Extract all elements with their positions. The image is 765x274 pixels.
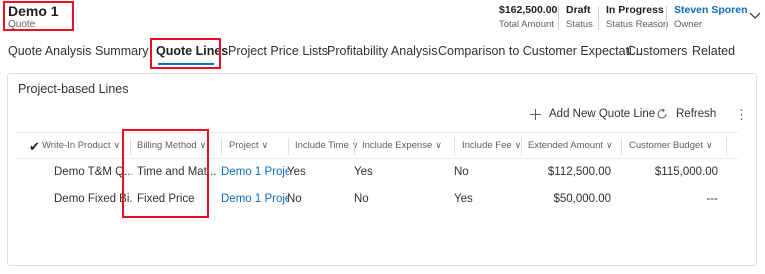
record-entity-type: Quote bbox=[8, 19, 36, 30]
status-value: Draft bbox=[566, 4, 591, 16]
highlight-box-billing-method bbox=[122, 129, 209, 218]
owner-link[interactable]: Steven Sporen bbox=[674, 4, 748, 16]
chevron-down-icon: ∨ bbox=[113, 140, 121, 150]
column-divider[interactable] bbox=[454, 138, 455, 155]
chevron-down-icon: ∨ bbox=[435, 140, 442, 150]
highlight-box-tab bbox=[150, 38, 221, 69]
header-field-total-amount: $162,500.00 Total Amount bbox=[499, 4, 557, 30]
cell-extended-amount: $50,000.00 bbox=[553, 193, 611, 205]
refresh-label: Refresh bbox=[676, 108, 717, 120]
column-divider[interactable] bbox=[621, 138, 622, 155]
plus-icon bbox=[530, 108, 541, 120]
column-header-label: Extended Amount bbox=[528, 140, 603, 151]
column-header-label: Customer Budget bbox=[629, 140, 703, 151]
tab-project-price-lists[interactable]: Project Price Lists bbox=[228, 44, 328, 58]
tab-list: Quote Analysis Summary Quote Lines Proje… bbox=[0, 40, 765, 70]
status-reason-value: In Progress bbox=[606, 4, 664, 16]
cell-include-time: Yes bbox=[287, 166, 306, 178]
column-header-include-expense[interactable]: Include Expense ∨ bbox=[362, 140, 442, 151]
column-header-include-time[interactable]: Include Time ∨ bbox=[295, 140, 358, 151]
cell-include-fee: No bbox=[454, 166, 469, 178]
column-divider[interactable] bbox=[288, 138, 289, 155]
column-divider[interactable] bbox=[521, 138, 522, 155]
cell-project-link[interactable]: Demo 1 Projec bbox=[221, 193, 289, 205]
cell-customer-budget: $115,000.00 bbox=[654, 166, 718, 178]
cell-include-expense: Yes bbox=[354, 166, 373, 178]
add-new-quote-line-button[interactable]: Add New Quote Line bbox=[530, 108, 655, 120]
column-header-label: Include Time bbox=[295, 140, 349, 151]
select-all-checkbox[interactable]: ✔ bbox=[29, 139, 40, 155]
tab-quote-analysis[interactable]: Quote Analysis bbox=[8, 44, 91, 58]
cell-write-in-product: Demo T&M Q... bbox=[54, 166, 132, 178]
owner-label: Owner bbox=[674, 19, 702, 30]
chevron-down-icon[interactable] bbox=[748, 8, 762, 22]
chevron-down-icon: ∨ bbox=[261, 140, 269, 150]
chevron-down-icon: ∨ bbox=[606, 140, 613, 150]
record-title: Demo 1 bbox=[8, 3, 59, 19]
header-field-owner[interactable]: Steven Sporen Owner bbox=[674, 4, 748, 30]
column-header-write-in-product[interactable]: Write-In Product ∨ bbox=[42, 140, 120, 151]
cell-write-in-product: Demo Fixed Bi... bbox=[54, 193, 132, 205]
section-title: Project-based Lines bbox=[18, 82, 129, 96]
column-divider[interactable] bbox=[354, 138, 355, 155]
cell-include-expense: No bbox=[354, 193, 369, 205]
column-header-label: Include Expense bbox=[362, 140, 433, 151]
tab-customers[interactable]: Customers bbox=[627, 44, 687, 58]
cell-customer-budget: --- bbox=[706, 193, 719, 205]
project-based-lines-section: Project-based Lines Add New Quote Line R… bbox=[7, 73, 757, 266]
column-header-label: Project bbox=[229, 140, 259, 151]
header-divider bbox=[666, 6, 667, 30]
header-field-status-reason: In Progress Status Reason bbox=[606, 4, 668, 30]
more-commands-icon[interactable]: ⋮ bbox=[735, 107, 748, 123]
header-divider bbox=[598, 6, 599, 30]
status-reason-label: Status Reason bbox=[606, 19, 669, 30]
tab-summary[interactable]: Summary bbox=[95, 44, 148, 58]
add-new-quote-line-label: Add New Quote Line bbox=[549, 108, 656, 120]
refresh-button[interactable]: Refresh bbox=[656, 108, 716, 120]
column-header-label: Write-In Product bbox=[42, 140, 111, 151]
refresh-icon bbox=[657, 108, 667, 119]
cell-include-time: No bbox=[287, 193, 302, 205]
total-amount-label: Total Amount bbox=[499, 19, 554, 30]
chevron-down-icon: ∨ bbox=[705, 140, 713, 150]
cell-project-link[interactable]: Demo 1 Projec bbox=[221, 166, 289, 178]
header-field-status: Draft Status bbox=[566, 4, 593, 30]
cell-extended-amount: $112,500.00 bbox=[547, 166, 611, 178]
column-header-include-fee[interactable]: Include Fee ∨ bbox=[462, 140, 521, 151]
column-divider[interactable] bbox=[726, 138, 727, 155]
column-divider[interactable] bbox=[221, 138, 222, 155]
column-header-label: Include Fee bbox=[462, 140, 512, 151]
column-header-project[interactable]: Project ∨ bbox=[229, 140, 268, 151]
header-divider bbox=[558, 6, 559, 30]
column-header-customer-budget[interactable]: Customer Budget ∨ bbox=[629, 140, 713, 151]
total-amount-value: $162,500.00 bbox=[499, 4, 558, 16]
tab-profitability-analysis[interactable]: Profitability Analysis bbox=[327, 44, 437, 58]
chevron-down-icon: ∨ bbox=[351, 140, 359, 150]
cell-include-fee: Yes bbox=[454, 193, 473, 205]
status-label: Status bbox=[566, 19, 593, 30]
tab-comparison-customer-expectations[interactable]: Comparison to Customer Expectati... bbox=[438, 44, 642, 58]
column-header-extended-amount[interactable]: Extended Amount ∨ bbox=[528, 140, 613, 151]
tab-related[interactable]: Related bbox=[692, 44, 735, 58]
